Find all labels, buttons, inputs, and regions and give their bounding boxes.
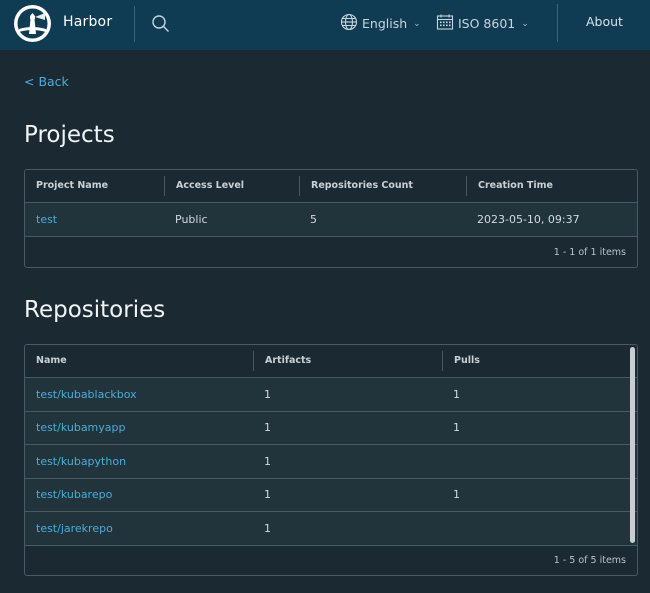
calendar-icon [436, 13, 454, 34]
header-divider [134, 6, 135, 42]
column-header-name[interactable]: Name [25, 351, 253, 371]
repository-name-link[interactable]: test/kubarepo [25, 488, 253, 501]
language-selector[interactable]: English ⌄ [340, 13, 421, 34]
table-row[interactable]: test/kubarepo 1 1 [25, 478, 637, 512]
date-format-label: ISO 8601 [458, 16, 516, 31]
top-nav: Harbor English ⌄ ISO 8601 ⌄ About [0, 0, 650, 50]
table-row[interactable]: test Public 5 2023-05-10, 09:37 [25, 203, 637, 237]
repositories-table: Name Artifacts Pulls test/kubablackbox 1… [24, 344, 638, 576]
table-row[interactable]: test/kubamyapp 1 1 [25, 411, 637, 445]
harbor-logo[interactable] [14, 5, 51, 42]
pulls-cell: 1 [453, 488, 460, 502]
repository-name-link[interactable]: test/kubamyapp [25, 421, 253, 434]
search-icon[interactable] [151, 14, 171, 34]
artifacts-cell: 1 [264, 521, 271, 535]
pulls-cell: 1 [453, 421, 460, 435]
repository-name-link[interactable]: test/kubablackbox [25, 388, 253, 401]
globe-icon [340, 13, 358, 34]
back-link[interactable]: < Back [24, 74, 69, 89]
table-row[interactable]: test/kubapython 1 [25, 445, 637, 479]
repository-name-link[interactable]: test/jarekrepo [25, 522, 253, 535]
table-row[interactable]: test/jarekrepo 1 [25, 512, 637, 546]
projects-pagination: 1 - 1 of 1 items [553, 246, 626, 258]
projects-table: Project Name Access Level Repositories C… [24, 169, 638, 268]
language-label: English [362, 16, 408, 31]
access-level-cell: Public [175, 213, 208, 226]
header-divider [557, 4, 558, 42]
projects-table-header: Project Name Access Level Repositories C… [25, 170, 637, 203]
column-header-pulls[interactable]: Pulls [442, 351, 628, 371]
column-header-project-name[interactable]: Project Name [25, 176, 164, 196]
creation-time-cell: 2023-05-10, 09:37 [477, 213, 580, 226]
repositories-count-cell: 5 [310, 213, 317, 226]
column-header-repositories-count[interactable]: Repositories Count [299, 176, 466, 196]
repositories-heading: Repositories [24, 297, 166, 323]
project-name-link[interactable]: test [25, 213, 164, 226]
artifacts-cell: 1 [264, 421, 271, 435]
repository-name-link[interactable]: test/kubapython [25, 455, 253, 468]
repositories-rows: test/kubablackbox 1 1 test/kubamyapp 1 1… [25, 378, 637, 546]
repositories-table-header: Name Artifacts Pulls [25, 345, 637, 378]
repositories-pagination: 1 - 5 of 5 items [553, 555, 626, 566]
vertical-scrollbar[interactable] [630, 347, 635, 543]
column-header-access-level[interactable]: Access Level [164, 176, 299, 196]
pulls-cell: 1 [453, 387, 460, 401]
harbor-logo-icon [17, 8, 48, 39]
about-link[interactable]: About [586, 14, 623, 29]
chevron-down-icon: ⌄ [521, 18, 529, 29]
column-header-artifacts[interactable]: Artifacts [253, 351, 442, 371]
brand-name[interactable]: Harbor [63, 14, 112, 30]
artifacts-cell: 1 [264, 454, 271, 468]
column-header-creation-time[interactable]: Creation Time [466, 176, 637, 196]
date-format-selector[interactable]: ISO 8601 ⌄ [436, 13, 529, 34]
projects-heading: Projects [24, 122, 115, 148]
chevron-down-icon: ⌄ [413, 18, 421, 29]
artifacts-cell: 1 [264, 488, 271, 502]
artifacts-cell: 1 [264, 387, 271, 401]
table-row[interactable]: test/kubablackbox 1 1 [25, 378, 637, 412]
